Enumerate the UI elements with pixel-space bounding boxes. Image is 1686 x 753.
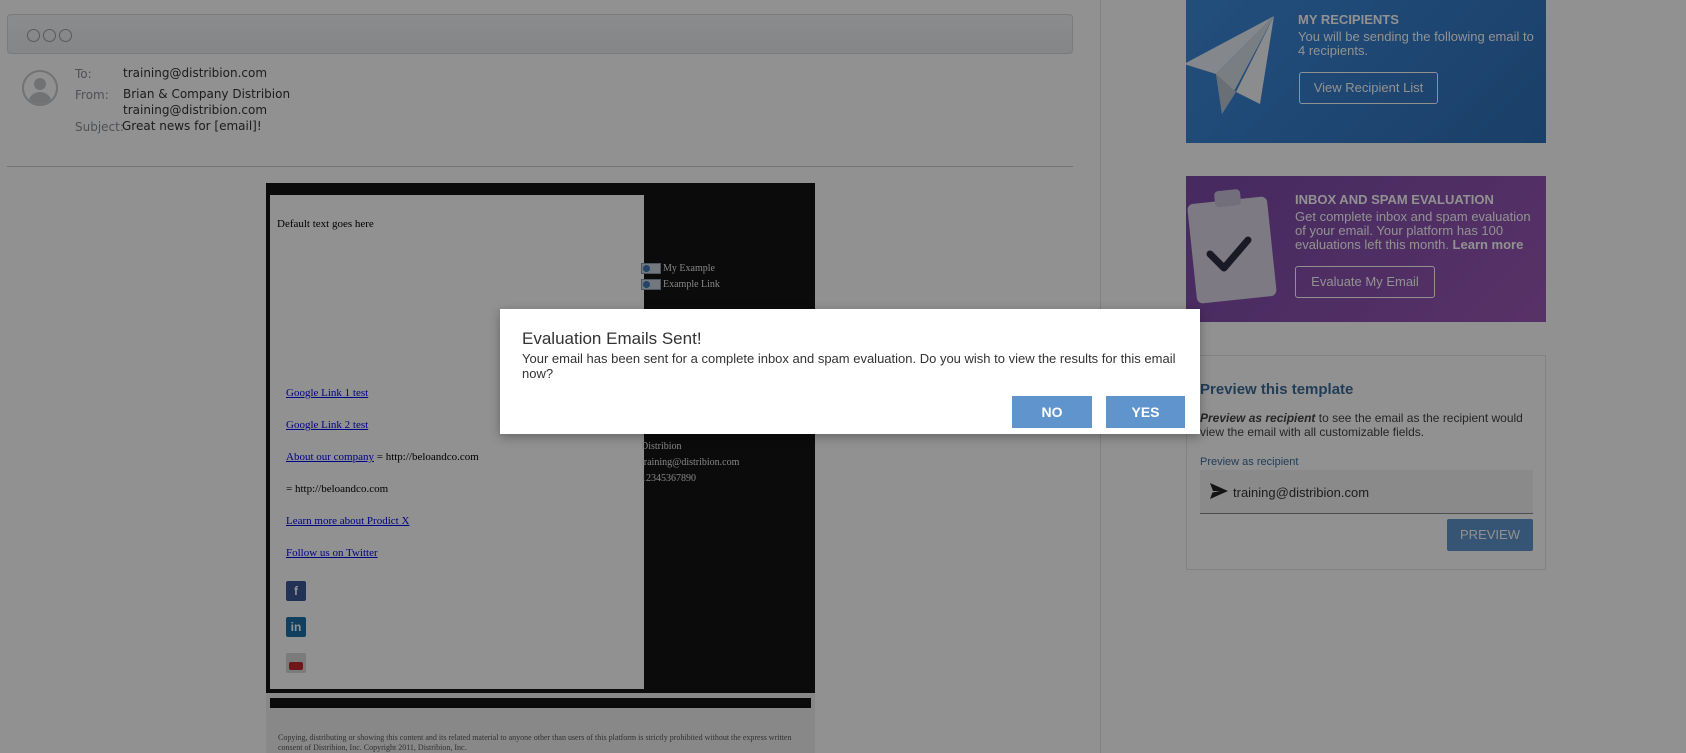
dialog-message: Your email has been sent for a complete … xyxy=(522,351,1176,381)
no-button[interactable]: NO xyxy=(1012,396,1092,428)
yes-button[interactable]: YES xyxy=(1106,396,1185,428)
evaluation-sent-dialog: Evaluation Emails Sent! Your email has b… xyxy=(500,309,1200,434)
dialog-title: Evaluation Emails Sent! xyxy=(522,329,702,348)
